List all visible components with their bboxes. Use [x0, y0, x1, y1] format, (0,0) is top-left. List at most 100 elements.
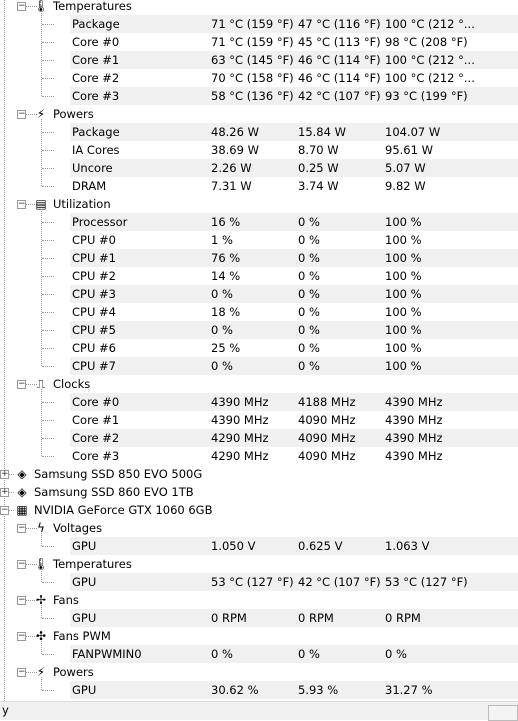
sensor-min: 3.74 W: [298, 179, 339, 193]
sensor-min: 0 %: [298, 269, 320, 283]
sensor-row[interactable]: Core #3 58 °C (136 °F) 42 °C (107 °F) 93 °C…: [0, 87, 518, 105]
sensor-max: 100 %: [385, 287, 422, 301]
category-row[interactable]: − 🌡 Temperatures: [0, 0, 518, 15]
collapse-icon[interactable]: −: [17, 110, 26, 119]
category-row[interactable]: − ✣ Fans PWM: [0, 627, 518, 645]
sensor-max: 4390 MHz: [385, 431, 443, 445]
expand-icon[interactable]: +: [0, 470, 9, 479]
device-row[interactable]: + ◈ Samsung SSD 860 EVO 1TB: [0, 483, 518, 501]
sensor-value: 18 %: [211, 305, 241, 319]
tree-line: [42, 402, 54, 403]
sensor-row[interactable]: Core #3 4290 MHz 4090 MHz 4390 MHz: [0, 447, 518, 465]
sensor-name: CPU #7: [72, 359, 116, 373]
tree-line: [42, 294, 54, 295]
category-row[interactable]: − ⚡ Powers: [0, 105, 518, 123]
gpu-icon: ▦: [16, 503, 28, 517]
collapse-icon[interactable]: −: [17, 524, 26, 533]
tree-line: [42, 618, 54, 619]
device-row[interactable]: + ◈ Samsung SSD 850 EVO 500G: [0, 465, 518, 483]
tree-line: [42, 24, 54, 25]
sensor-row[interactable]: Core #1 4390 MHz 4090 MHz 4390 MHz: [0, 411, 518, 429]
disk-icon: ◈: [17, 485, 27, 499]
sensor-max: 100 %: [385, 251, 422, 265]
tree-line: [42, 312, 54, 313]
sensor-min: 15.84 W: [298, 125, 346, 139]
sensor-row[interactable]: CPU #5 0 % 0 % 100 %: [0, 321, 518, 339]
sensor-row[interactable]: CPU #0 1 % 0 % 100 %: [0, 231, 518, 249]
tree-line: [42, 654, 54, 655]
row-label: Fans PWM: [53, 629, 111, 643]
collapse-icon[interactable]: −: [17, 632, 26, 641]
sensor-tree[interactable]: − 🌡 Temperatures Package 71 °C (159 °F) 47 °C…: [0, 0, 518, 701]
device-row[interactable]: − ▦ NVIDIA GeForce GTX 1060 6GB: [0, 501, 518, 519]
sensor-row[interactable]: CPU #3 0 % 0 % 100 %: [0, 285, 518, 303]
sensor-name: Core #2: [72, 431, 120, 445]
sensor-row[interactable]: Core #1 63 °C (145 °F) 46 °C (114 °F) 100 °…: [0, 51, 518, 69]
sensor-value: 1.050 V: [211, 539, 256, 553]
sensor-name: CPU #0: [72, 233, 116, 247]
sensor-name: Package: [72, 17, 120, 31]
sensor-row[interactable]: Core #0 71 °C (159 °F) 45 °C (113 °F) 98 °C…: [0, 33, 518, 51]
sensor-value: 0 %: [211, 359, 233, 373]
row-shade: [70, 123, 518, 141]
row-label: Fans: [53, 593, 79, 607]
collapse-icon[interactable]: −: [17, 200, 26, 209]
sensor-name: CPU #4: [72, 305, 116, 319]
sensor-row[interactable]: Package 48.26 W 15.84 W 104.07 W: [0, 123, 518, 141]
sensor-name: GPU: [72, 575, 97, 589]
row-label: Powers: [53, 665, 94, 679]
sensor-max: 0 %: [385, 647, 407, 661]
collapse-icon[interactable]: −: [17, 596, 26, 605]
sensor-value: 25 %: [211, 341, 241, 355]
category-row[interactable]: − ⚡ Powers: [0, 663, 518, 681]
sensor-value: 4290 MHz: [211, 449, 269, 463]
sensor-row[interactable]: CPU #6 25 % 0 % 100 %: [0, 339, 518, 357]
sensor-max: 5.07 W: [385, 161, 426, 175]
sensor-row[interactable]: Core #0 4390 MHz 4188 MHz 4390 MHz: [0, 393, 518, 411]
category-row[interactable]: − ✢ Fans: [0, 591, 518, 609]
sensor-min: 42 °C (107 °F): [298, 89, 381, 103]
sensor-name: CPU #6: [72, 341, 116, 355]
sensor-row[interactable]: FANPWMIN0 0 % 0 % 0 %: [0, 645, 518, 663]
sensor-row[interactable]: IA Cores 38.69 W 8.70 W 95.61 W: [0, 141, 518, 159]
status-text: y: [2, 703, 9, 717]
sensor-row[interactable]: Processor 16 % 0 % 100 %: [0, 213, 518, 231]
category-row[interactable]: − 🌡 Temperatures: [0, 555, 518, 573]
sensor-row[interactable]: Package 71 °C (159 °F) 47 °C (116 °F) 100 °…: [0, 15, 518, 33]
sensor-row[interactable]: CPU #4 18 % 0 % 100 %: [0, 303, 518, 321]
sensor-row[interactable]: Core #2 70 °C (158 °F) 46 °C (114 °F) 100 °…: [0, 69, 518, 87]
tree-line: [42, 456, 54, 457]
tree-line: [42, 546, 54, 547]
collapse-icon[interactable]: −: [0, 506, 9, 515]
sensor-row[interactable]: DRAM 7.31 W 3.74 W 9.82 W: [0, 177, 518, 195]
sensor-row[interactable]: GPU 0 RPM 0 RPM 0 RPM: [0, 609, 518, 627]
collapse-icon[interactable]: −: [17, 668, 26, 677]
sensor-value: 14 %: [211, 269, 241, 283]
sensor-min: 46 °C (114 °F): [298, 71, 381, 85]
sensor-min: 4090 MHz: [298, 449, 356, 463]
collapse-icon[interactable]: −: [17, 560, 26, 569]
sensor-name: Core #3: [72, 449, 120, 463]
sensor-row[interactable]: CPU #2 14 % 0 % 100 %: [0, 267, 518, 285]
sensor-value: 38.69 W: [211, 143, 259, 157]
sensor-row[interactable]: GPU 30.62 % 5.93 % 31.27 %: [0, 681, 518, 699]
sensor-value: 58 °C (136 °F): [211, 89, 294, 103]
category-row[interactable]: − ϟ Voltages: [0, 519, 518, 537]
sensor-row[interactable]: CPU #1 76 % 0 % 100 %: [0, 249, 518, 267]
expand-icon[interactable]: +: [0, 488, 9, 497]
sensor-max: 98 °C (208 °F): [385, 35, 468, 49]
sensor-row[interactable]: Core #2 4290 MHz 4090 MHz 4390 MHz: [0, 429, 518, 447]
category-row[interactable]: − ⎍ Clocks: [0, 375, 518, 393]
row-label: Powers: [53, 107, 94, 121]
sensor-name: FANPWMIN0: [72, 647, 142, 661]
row-label: Temperatures: [53, 557, 132, 571]
sensor-row[interactable]: CPU #7 0 % 0 % 100 %: [0, 357, 518, 375]
collapse-icon[interactable]: −: [17, 380, 26, 389]
collapse-icon[interactable]: −: [17, 2, 26, 11]
sensor-row[interactable]: GPU 53 °C (127 °F) 42 °C (107 °F) 53 °C (12…: [0, 573, 518, 591]
category-row[interactable]: − ▤ Utilization: [0, 195, 518, 213]
sensor-row[interactable]: Uncore 2.26 W 0.25 W 5.07 W: [0, 159, 518, 177]
sensor-row[interactable]: GPU 1.050 V 0.625 V 1.063 V: [0, 537, 518, 555]
sensor-max: 100 %: [385, 215, 422, 229]
sensor-max: 100 °C (212 °...: [385, 53, 475, 67]
